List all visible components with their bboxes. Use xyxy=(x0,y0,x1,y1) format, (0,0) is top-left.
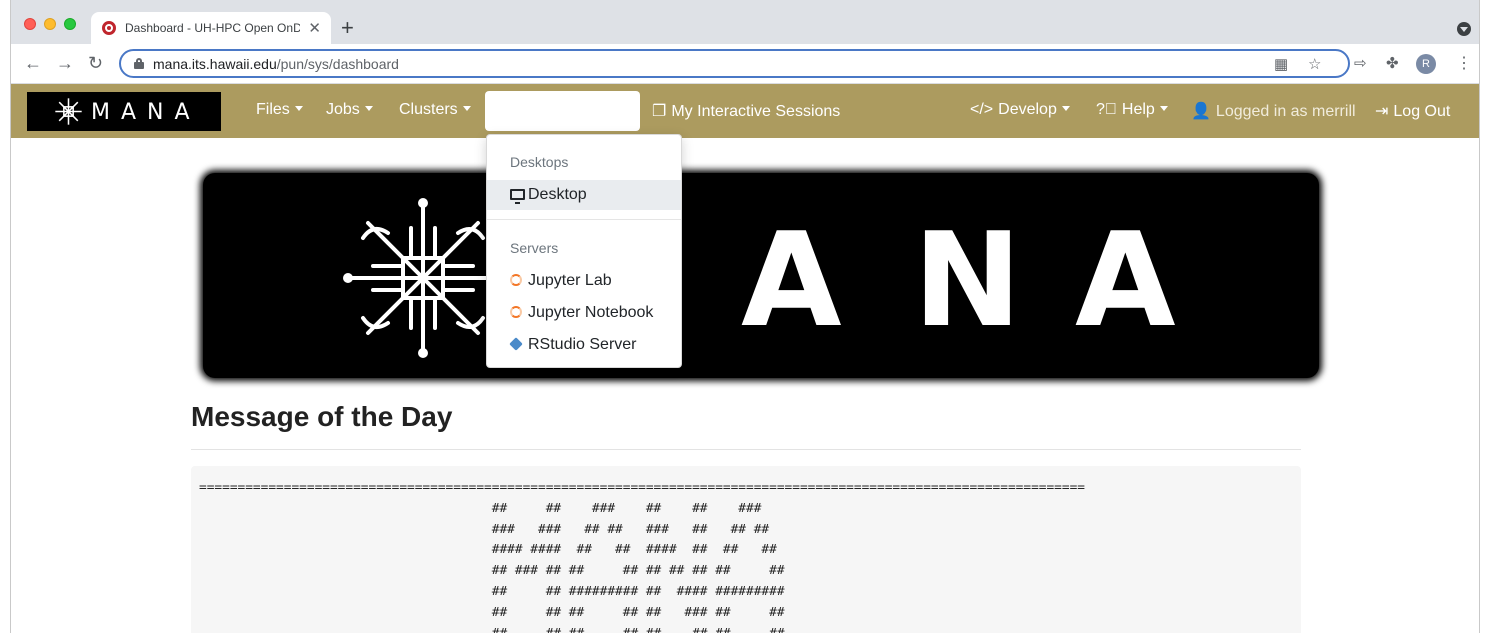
dropdown-header-servers: Servers xyxy=(510,240,559,256)
user-icon: 👤 xyxy=(1191,103,1211,120)
maximize-window-button[interactable] xyxy=(64,18,76,30)
dropdown-item-jupyter-notebook[interactable]: Jupyter Notebook xyxy=(487,298,681,328)
motd-text: ========================================… xyxy=(199,480,1086,633)
motd-title: Message of the Day xyxy=(191,401,453,432)
nav-develop[interactable]: </> Develop xyxy=(970,101,1070,119)
interactive-apps-toggle[interactable] xyxy=(485,91,640,131)
sessions-icon: ❐ xyxy=(652,103,667,120)
new-tab-button[interactable]: + xyxy=(341,17,354,39)
nav-help[interactable]: ?⃝ Help xyxy=(1096,101,1168,119)
mana-logo[interactable]: MANA xyxy=(27,92,221,131)
tab-title: Dashboard - UH-HPC Open OnDemand xyxy=(125,21,300,35)
jupyter-icon xyxy=(510,274,522,286)
dropdown-header-desktops: Desktops xyxy=(510,154,569,170)
caret-down-icon xyxy=(364,106,373,111)
dropdown-divider xyxy=(487,219,681,220)
nav-clusters[interactable]: Clusters xyxy=(399,101,471,119)
monitor-icon xyxy=(510,189,525,204)
dropdown-item-desktop[interactable]: Desktop xyxy=(487,180,681,210)
extension-arrow-icon[interactable]: ⇨ xyxy=(1354,54,1367,72)
tab-search-icon[interactable] xyxy=(1457,22,1471,36)
mana-emblem-icon xyxy=(343,198,503,358)
browser-toolbar: ← → ↻ mana.its.hawaii.edu/pun/sys/dashbo… xyxy=(11,44,1479,84)
url-host: mana.its.hawaii.edu xyxy=(153,56,277,72)
app-navbar: MANA Files Jobs Clusters ❐ My Interactive… xyxy=(11,84,1479,138)
log-out-icon: ⇥ xyxy=(1375,103,1389,120)
logo-text: MANA xyxy=(91,100,201,125)
mana-logo-icon xyxy=(55,98,82,125)
caret-down-icon xyxy=(1061,106,1070,111)
jupyter-icon xyxy=(510,306,522,318)
more-menu-icon[interactable]: ⋮ xyxy=(1456,53,1472,73)
mana-banner: A N A xyxy=(203,173,1319,378)
bookmark-star-icon[interactable]: ☆ xyxy=(1308,55,1321,73)
puzzle-extensions-icon[interactable]: ✤ xyxy=(1386,54,1399,72)
url-path: /pun/sys/dashboard xyxy=(276,56,399,72)
code-icon: </> xyxy=(970,101,994,118)
back-arrow-icon[interactable]: ← xyxy=(24,52,42,74)
logged-in-user: 👤 Logged in as merrill xyxy=(1191,103,1356,120)
ood-favicon-icon xyxy=(102,21,116,35)
tab-strip: Dashboard - UH-HPC Open OnDemand ✕ + xyxy=(11,0,1479,44)
caret-down-icon xyxy=(294,106,303,111)
banner-letter-a1: A xyxy=(741,204,842,356)
caret-down-icon xyxy=(1159,106,1168,111)
close-window-button[interactable] xyxy=(24,18,36,30)
caret-down-icon xyxy=(462,106,471,111)
tab-dashboard[interactable]: Dashboard - UH-HPC Open OnDemand ✕ xyxy=(91,12,331,44)
lock-icon xyxy=(134,58,144,69)
nav-files[interactable]: Files xyxy=(256,101,303,119)
motd-box: ========================================… xyxy=(191,466,1301,633)
dropdown-item-rstudio-server[interactable]: RStudio Server xyxy=(487,330,681,360)
interactive-apps-dropdown: Desktops Desktop Servers Jupyter Lab Jup… xyxy=(486,134,682,368)
address-bar[interactable]: mana.its.hawaii.edu/pun/sys/dashboard ▦ … xyxy=(119,49,1350,78)
minimize-window-button[interactable] xyxy=(44,18,56,30)
forward-arrow-icon[interactable]: → xyxy=(56,52,74,74)
nav-jobs[interactable]: Jobs xyxy=(326,101,373,119)
rstudio-icon xyxy=(509,337,523,351)
banner-letter-n: N xyxy=(913,204,1022,356)
browser-window: Dashboard - UH-HPC Open OnDemand ✕ + ← →… xyxy=(10,0,1480,633)
nav-my-interactive-sessions[interactable]: ❐ My Interactive Sessions xyxy=(652,101,840,121)
motd-divider xyxy=(191,449,1301,450)
profile-avatar[interactable]: R xyxy=(1416,54,1436,74)
dropdown-item-jupyter-lab[interactable]: Jupyter Lab xyxy=(487,266,681,296)
url-text: mana.its.hawaii.edu/pun/sys/dashboard xyxy=(153,56,399,72)
nav-log-out[interactable]: ⇥ Log Out xyxy=(1375,101,1450,121)
banner-letter-a2: A xyxy=(1075,204,1176,356)
question-circle-icon: ?⃝ xyxy=(1096,101,1117,118)
reload-icon[interactable]: ↻ xyxy=(88,52,103,74)
tab-close-icon[interactable]: ✕ xyxy=(308,19,321,37)
qr-code-icon[interactable]: ▦ xyxy=(1274,55,1288,73)
